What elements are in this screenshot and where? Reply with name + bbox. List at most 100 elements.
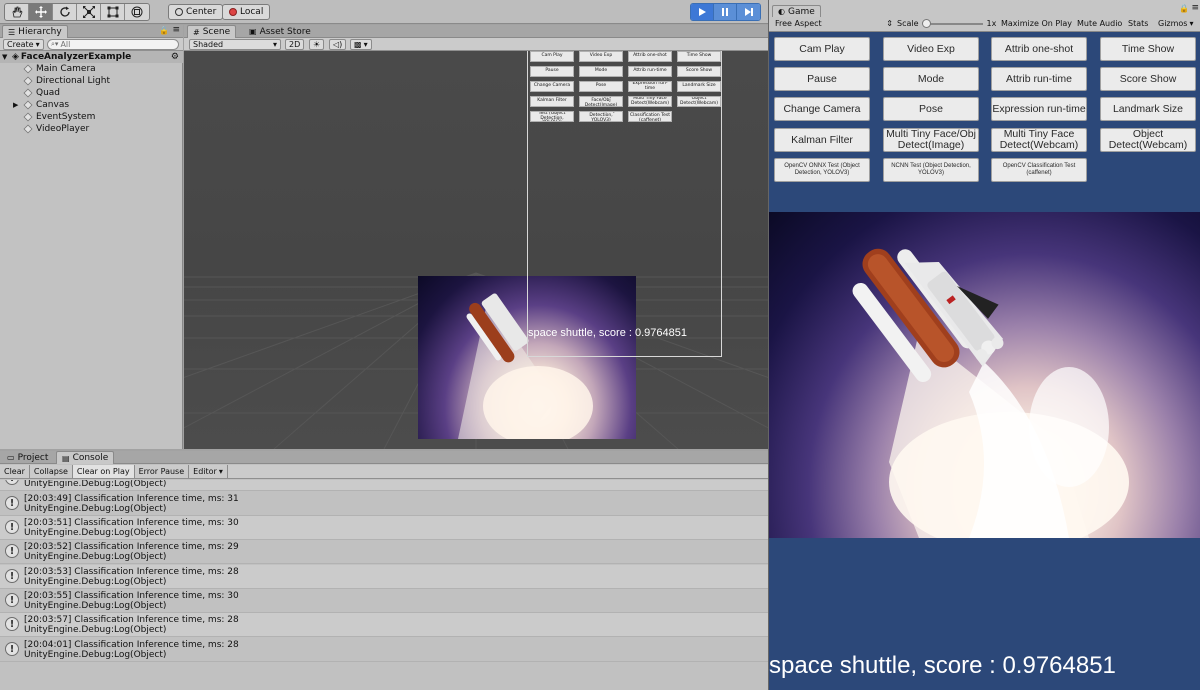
console-log-entry[interactable]: ! [20:04:01] Classification Inference ti… xyxy=(0,638,768,662)
step-icon xyxy=(744,8,753,16)
expand-arrow-icon[interactable]: ▶ xyxy=(13,101,24,109)
scene-mini-button: Change Camera xyxy=(530,81,574,92)
shading-mode-dropdown[interactable]: Shaded ▾ xyxy=(189,39,281,50)
speaker-icon: ◁) xyxy=(333,40,343,49)
audio-toggle[interactable]: ◁) xyxy=(329,39,347,50)
folder-icon: ▭ xyxy=(7,453,15,462)
hierarchy-search-input[interactable] xyxy=(60,40,161,49)
scene-menu-icon[interactable]: ⚙ xyxy=(171,52,179,62)
pause-button[interactable] xyxy=(714,4,737,20)
mute-audio-toggle[interactable]: Mute Audio xyxy=(1077,19,1122,28)
lock-icon[interactable]: 🔒 xyxy=(159,26,169,35)
tab-project[interactable]: ▭ Project xyxy=(2,451,53,464)
opencv-classification-test-button[interactable]: OpenCV Classification Test (caffenet) xyxy=(991,158,1087,182)
2d-toggle[interactable]: 2D xyxy=(285,39,305,50)
info-icon: ! xyxy=(5,480,19,485)
stats-toggle[interactable]: Stats xyxy=(1128,19,1148,28)
play-button[interactable] xyxy=(691,4,714,20)
scene-toolbar: Shaded ▾ 2D ☀ ◁) ▩ ▾ xyxy=(184,38,768,51)
rect-icon xyxy=(107,6,118,18)
tab-scene[interactable]: # Scene xyxy=(187,25,237,38)
console-log-entry[interactable]: ! [20:03:51] Classification Inference ti… xyxy=(0,516,768,540)
landmark-size-button[interactable]: Landmark Size xyxy=(1100,97,1196,121)
console-log-entry[interactable]: ! [20:03:49] Classification Inference ti… xyxy=(0,492,768,516)
console-tabbar: ▭ Project ▤ Console xyxy=(0,451,768,464)
scene-mini-button: OpenCV Classification Test (caffenet) xyxy=(628,111,672,122)
console-log-entry[interactable]: ! [20:03:55] Classification Inference ti… xyxy=(0,589,768,613)
hierarchy-search[interactable]: ⌕▾ xyxy=(47,39,179,50)
video-exp-button[interactable]: Video Exp xyxy=(883,37,979,61)
mode-button[interactable]: Mode xyxy=(883,67,979,91)
change-camera-button[interactable]: Change Camera xyxy=(774,97,870,121)
object-detect-webcam-button[interactable]: Object Detect(Webcam) xyxy=(1100,128,1196,152)
console-clear-on-play-button[interactable]: Clear on Play xyxy=(72,465,135,478)
lighting-toggle[interactable]: ☀ xyxy=(309,39,325,50)
scene-mini-button: Kalman Filter xyxy=(530,96,574,107)
score-show-button[interactable]: Score Show xyxy=(1100,67,1196,91)
gameobject-icon xyxy=(23,124,33,134)
console-icon: ▤ xyxy=(62,453,70,463)
pivot-toggle[interactable]: Center xyxy=(168,4,224,20)
gizmos-dropdown[interactable]: Gizmos ▾ xyxy=(1158,19,1194,28)
rect-tool-button[interactable] xyxy=(101,4,125,20)
effects-dropdown[interactable]: ▩ ▾ xyxy=(350,39,372,50)
scene-viewport[interactable]: Cam Play Video Exp Attrib one-shot Time Sho… xyxy=(184,51,768,449)
pose-button[interactable]: Pose xyxy=(883,97,979,121)
scale-slider[interactable]: Scale 1x xyxy=(897,18,996,28)
console-collapse-button[interactable]: Collapse xyxy=(30,465,73,478)
menu-icon[interactable]: ≡ xyxy=(1191,3,1199,13)
console-editor-dropdown[interactable]: Editor ▾ xyxy=(189,465,228,478)
updown-icon: ⇕ xyxy=(886,19,893,28)
move-tool-button[interactable] xyxy=(29,4,53,20)
console-log-entry[interactable]: ! [20:03:53] Classification Inference ti… xyxy=(0,565,768,589)
ncnn-test-button[interactable]: NCNN Test (Object Detection, YOLOV3) xyxy=(883,158,979,182)
kalman-filter-button[interactable]: Kalman Filter xyxy=(774,128,870,152)
maximize-on-play-toggle[interactable]: Maximize On Play xyxy=(1001,19,1072,28)
list-icon: ☰ xyxy=(8,27,16,37)
console-log-entry[interactable]: ! [20:03:57] Classification Inference ti… xyxy=(0,613,768,637)
create-dropdown[interactable]: Create ▾ xyxy=(3,39,44,50)
pause-button[interactable]: Pause xyxy=(774,67,870,91)
multi-tiny-face-webcam-button[interactable]: Multi Tiny Face Detect(Webcam) xyxy=(991,128,1087,152)
pause-icon xyxy=(722,8,728,16)
multi-tiny-face-obj-image-button[interactable]: Multi Tiny Face/Obj Detect(Image) xyxy=(883,128,979,152)
tab-console[interactable]: ▤ Console xyxy=(56,451,115,464)
tab-game[interactable]: ◐ Game xyxy=(772,5,821,17)
scene-mini-button: Time Show xyxy=(677,51,721,62)
hierarchy-item-quad[interactable]: Quad xyxy=(0,87,183,99)
console-clear-button[interactable]: Clear xyxy=(0,465,30,478)
expand-arrow-icon[interactable]: ▼ xyxy=(2,53,12,61)
hierarchy-item-eventsystem[interactable]: EventSystem xyxy=(0,111,183,123)
tab-asset-store[interactable]: ▣ Asset Store xyxy=(244,25,316,38)
lock-icon[interactable]: 🔒 xyxy=(1179,4,1189,13)
hand-tool-button[interactable] xyxy=(5,4,29,20)
space-toggle[interactable]: Local xyxy=(222,4,271,20)
gameobject-icon xyxy=(23,76,33,86)
rotate-tool-button[interactable] xyxy=(53,4,77,20)
time-show-button[interactable]: Time Show xyxy=(1100,37,1196,61)
hierarchy-item-canvas[interactable]: ▶ Canvas xyxy=(0,99,183,111)
attrib-run-time-button[interactable]: Attrib run-time xyxy=(991,67,1087,91)
step-button[interactable] xyxy=(737,4,760,20)
play-icon xyxy=(699,8,706,16)
menu-icon[interactable]: ≡ xyxy=(172,25,180,35)
console-log-entry[interactable]: ! UnityEngine.Debug:Log(Object) xyxy=(0,480,768,491)
hierarchy-item-main-camera[interactable]: Main Camera xyxy=(0,63,183,75)
aspect-dropdown[interactable]: Free Aspect ⇕ xyxy=(775,19,893,28)
console-log-entry[interactable]: ! [20:03:52] Classification Inference ti… xyxy=(0,540,768,564)
opencv-onnx-test-button[interactable]: OpenCV ONNX Test (Object Detection, YOLO… xyxy=(774,158,870,182)
slider-thumb[interactable] xyxy=(921,18,931,28)
expression-run-time-button[interactable]: Expression run-time xyxy=(991,97,1087,121)
tab-hierarchy[interactable]: ☰ Hierarchy xyxy=(2,25,68,38)
transform-tool-button[interactable] xyxy=(125,4,149,20)
scene-panel: # Scene ▣ Asset Store Shaded ▾ 2D ☀ ◁) ▩… xyxy=(184,25,768,449)
slider-track[interactable] xyxy=(921,18,983,28)
hierarchy-item-directional-light[interactable]: Directional Light xyxy=(0,75,183,87)
hierarchy-item-videoplayer[interactable]: VideoPlayer xyxy=(0,123,183,135)
cam-play-button[interactable]: Cam Play xyxy=(774,37,870,61)
sun-icon: ☀ xyxy=(313,40,321,49)
scale-tool-button[interactable] xyxy=(77,4,101,20)
console-error-pause-button[interactable]: Error Pause xyxy=(135,465,190,478)
scene-root-row[interactable]: ▼ ◈ FaceAnalyzerExample ⚙ xyxy=(0,51,183,63)
attrib-one-shot-button[interactable]: Attrib one-shot xyxy=(991,37,1087,61)
